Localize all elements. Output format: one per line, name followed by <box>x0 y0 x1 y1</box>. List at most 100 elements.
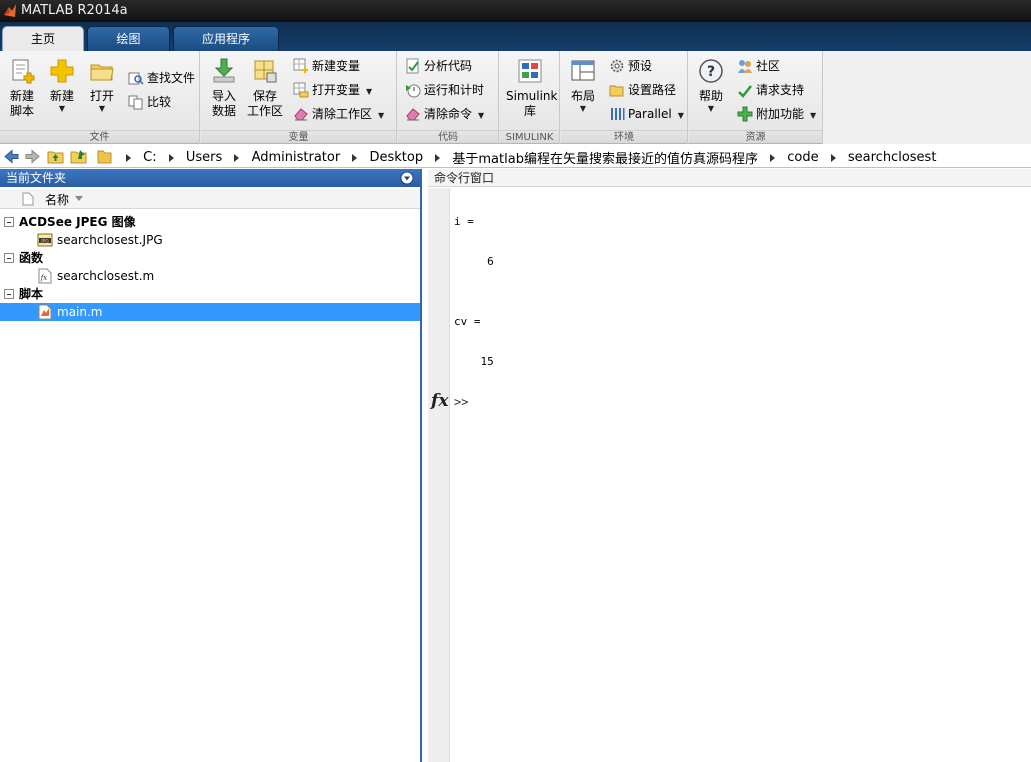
chevron-down-icon: ▼ <box>478 111 485 120</box>
open-label: 打开 <box>89 89 114 103</box>
ribbon: 新建 脚本 新建 ▼ 打开 ▼ 查找文件 比较 文件 导入 数据 保存 工作区 … <box>0 51 1031 144</box>
tree-group-label: ACDSee JPEG 图像 <box>19 215 136 229</box>
command-output-line: i = <box>454 215 474 228</box>
file-name: searchclosest.m <box>57 269 155 283</box>
column-name: 名称 <box>45 193 70 207</box>
run-and-time-button[interactable]: 运行和计时 <box>405 80 484 100</box>
breadcrumb-separator-icon <box>126 153 131 162</box>
breadcrumb-item[interactable]: Administrator <box>252 150 341 165</box>
community-icon <box>738 60 752 73</box>
preferences-button[interactable]: 预设 <box>609 56 652 76</box>
new-label: 新建 <box>49 89 74 103</box>
collapse-toggle-icon[interactable] <box>4 289 14 299</box>
chevron-down-icon: ▼ <box>810 111 817 120</box>
open-variable-button[interactable]: 打开变量 ▼ <box>293 80 372 100</box>
forward-arrow-icon[interactable] <box>24 148 41 165</box>
function-browser-icon[interactable]: fx <box>431 391 448 411</box>
set-path-button[interactable]: 设置路径 <box>609 80 676 100</box>
jpg-file-icon: JPG <box>37 233 53 247</box>
file-name: searchclosest.JPG <box>57 233 163 247</box>
chevron-down-icon: ▼ <box>98 104 106 113</box>
preferences-label: 预设 <box>628 59 653 73</box>
parallel-label: Parallel <box>628 107 672 121</box>
list-item[interactable]: JPG searchclosest.JPG <box>0 231 420 249</box>
chevron-down-icon: ▼ <box>58 104 66 113</box>
simulink-library-icon <box>518 59 542 83</box>
breadcrumb-item[interactable]: C: <box>143 150 156 165</box>
gear-icon <box>610 59 624 73</box>
matlab-logo-icon <box>4 4 16 17</box>
collapse-toggle-icon[interactable] <box>4 217 14 227</box>
tree-group-scripts[interactable]: 脚本 <box>0 285 420 303</box>
breadcrumb-separator-icon <box>830 153 836 162</box>
clear-commands-button[interactable]: 清除命令 ▼ <box>405 104 484 124</box>
tab-home[interactable]: 主页 <box>2 26 84 51</box>
tree-group-jpeg[interactable]: ACDSee JPEG 图像 <box>0 213 420 231</box>
ribbon-toolstrip: 新建 脚本 新建 ▼ 打开 ▼ 查找文件 比较 文件 导入 数据 保存 工作区 … <box>0 51 823 144</box>
breadcrumb-item[interactable]: searchclosest <box>848 150 937 165</box>
up-folder-icon[interactable] <box>47 148 64 165</box>
layout-icon <box>571 60 595 81</box>
breadcrumb-item[interactable]: code <box>787 150 818 165</box>
resources-group: ? 帮助 ▼ 社区 请求支持 附加功能 ▼ 资源 <box>689 51 823 144</box>
panel-menu-icon[interactable] <box>400 171 414 185</box>
script-file-icon <box>38 304 52 320</box>
code-group: 分析代码 运行和计时 清除命令 ▼ 代码 <box>398 51 499 144</box>
browse-folder-icon[interactable] <box>70 148 87 165</box>
compare-icon <box>128 95 143 110</box>
import-data-label-2: 数据 <box>211 104 236 118</box>
list-item[interactable]: fx searchclosest.m <box>0 267 420 285</box>
plus-icon <box>737 106 753 122</box>
open-variable-icon <box>293 82 309 98</box>
command-window[interactable]: 命令行窗口 i = 6 cv = 15 fx >> <box>428 169 1031 762</box>
simulink-library-button[interactable]: Simulink 库 <box>506 55 557 127</box>
folder-open-icon <box>90 64 114 81</box>
analyze-code-button[interactable]: 分析代码 <box>405 56 472 76</box>
command-prompt[interactable]: >> <box>454 395 468 409</box>
eraser-icon <box>406 108 420 121</box>
compare-button[interactable]: 比较 <box>128 92 171 112</box>
tree-group-label: 函数 <box>19 251 44 265</box>
clear-workspace-label: 清除工作区 <box>312 107 373 121</box>
back-arrow-icon[interactable] <box>3 148 20 165</box>
command-output-line: cv = <box>454 315 481 328</box>
tab-plots[interactable]: 绘图 <box>87 26 170 51</box>
new-variable-icon <box>293 58 308 73</box>
breadcrumb-item[interactable]: Desktop <box>369 150 423 165</box>
open-button[interactable]: 打开 ▼ <box>82 55 122 127</box>
tab-apps[interactable]: 应用程序 <box>173 26 279 51</box>
collapse-toggle-icon[interactable] <box>4 253 14 263</box>
community-button[interactable]: 社区 <box>737 56 780 76</box>
compare-label: 比较 <box>147 95 172 109</box>
import-data-button[interactable]: 导入 数据 <box>204 55 244 127</box>
parallel-button[interactable]: Parallel ▼ <box>609 104 684 124</box>
open-variable-label: 打开变量 <box>312 83 361 97</box>
help-label: 帮助 <box>698 89 723 103</box>
breadcrumb: C: Users Administrator Desktop 基于matlab编… <box>118 148 937 167</box>
environment-group: 布局 ▼ 预设 设置路径 Parallel ▼ 环境 <box>561 51 688 144</box>
file-name: main.m <box>57 305 103 319</box>
svg-text:JPG: JPG <box>40 238 49 244</box>
layout-button[interactable]: 布局 ▼ <box>563 55 603 127</box>
save-workspace-button[interactable]: 保存 工作区 <box>245 55 285 127</box>
set-path-label: 设置路径 <box>628 83 677 97</box>
clear-workspace-button[interactable]: 清除工作区 ▼ <box>293 104 384 124</box>
add-ons-button[interactable]: 附加功能 ▼ <box>737 104 816 124</box>
community-label: 社区 <box>756 59 781 73</box>
list-item-selected[interactable]: main.m <box>0 303 420 321</box>
breadcrumb-item[interactable]: 基于matlab编程在矢量搜索最接近的值仿真源码程序 <box>452 152 758 167</box>
ribbon-tab-strip: 主页 绘图 应用程序 <box>0 22 1031 51</box>
tree-group-functions[interactable]: 函数 <box>0 249 420 267</box>
column-header[interactable]: 名称 <box>0 189 420 209</box>
file-group-label: 文件 <box>0 130 199 143</box>
request-support-button[interactable]: 请求支持 <box>737 80 804 100</box>
new-button[interactable]: 新建 ▼ <box>42 55 82 127</box>
new-variable-button[interactable]: 新建变量 <box>293 56 360 76</box>
new-script-button[interactable]: 新建 脚本 <box>2 55 42 127</box>
parallel-icon <box>611 108 625 120</box>
variable-group: 导入 数据 保存 工作区 新建变量 打开变量 ▼ 清除工作区 ▼ 变量 <box>201 51 397 144</box>
find-files-button[interactable]: 查找文件 <box>128 68 195 88</box>
help-button[interactable]: ? 帮助 ▼ <box>691 55 731 127</box>
breadcrumb-item[interactable]: Users <box>186 150 222 165</box>
save-workspace-label-2: 工作区 <box>246 104 283 118</box>
